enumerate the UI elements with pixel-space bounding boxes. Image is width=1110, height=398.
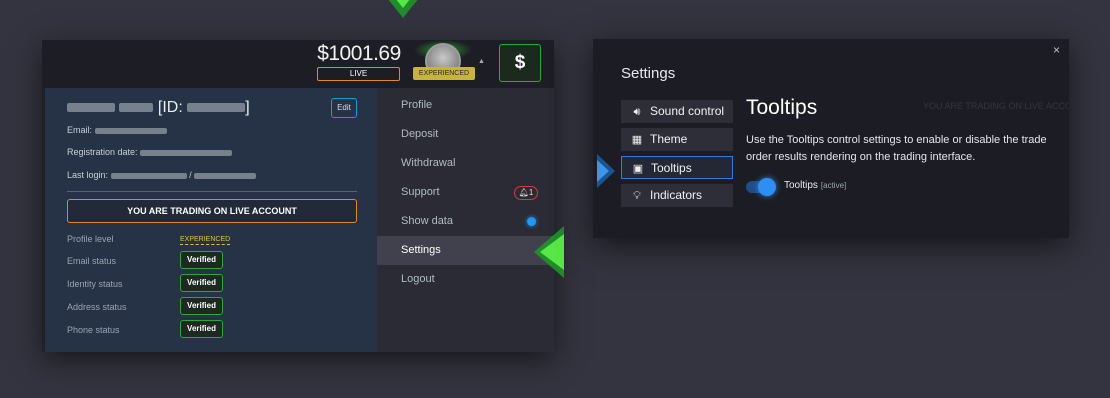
redacted-login-time bbox=[110, 172, 187, 179]
tab-sound-control-label: Sound control bbox=[650, 104, 725, 118]
tab-theme[interactable]: ▦ Theme bbox=[621, 128, 733, 151]
speaker-icon: 🔊︎ bbox=[633, 106, 641, 118]
last-login-row: Last login: / bbox=[67, 170, 257, 180]
status-label-phone: Phone status bbox=[67, 325, 120, 335]
menu-item-settings[interactable]: Settings bbox=[377, 236, 554, 265]
redacted-email bbox=[94, 127, 167, 134]
redacted-registration-date bbox=[140, 149, 233, 156]
tooltips-switch-label: Tooltips [active] bbox=[784, 180, 846, 191]
user-name-id: [ID: ] bbox=[67, 99, 250, 117]
tab-tooltips-label: Tooltips bbox=[651, 161, 692, 175]
support-notification-count: 1 bbox=[528, 188, 534, 197]
menu-item-deposit[interactable]: Deposit bbox=[377, 120, 554, 149]
phone-verified-badge: Verified bbox=[180, 320, 223, 338]
account-dropdown-panel: $1001.69 LIVE EXPERIENCED ▲ $ [ID: ] Edi… bbox=[42, 40, 554, 352]
status-label-address: Address status bbox=[67, 302, 127, 312]
caret-up-icon[interactable]: ▲ bbox=[478, 58, 485, 65]
redacted-id bbox=[187, 103, 246, 113]
account-balance: $1001.69 bbox=[317, 42, 401, 65]
profile-divider bbox=[67, 191, 357, 192]
edit-profile-button[interactable]: Edit bbox=[331, 98, 357, 118]
identity-verified-badge: Verified bbox=[180, 274, 223, 292]
tab-sound-control[interactable]: 🔊︎ Sound control bbox=[621, 100, 733, 123]
redacted-last-name bbox=[119, 103, 154, 113]
live-account-badge[interactable]: LIVE bbox=[317, 67, 400, 81]
comment-icon: ▣ bbox=[632, 163, 644, 175]
status-label-identity: Identity status bbox=[67, 279, 123, 289]
background-live-banner: YOU ARE TRADING ON LIVE ACCO bbox=[923, 101, 1069, 111]
tab-tooltips[interactable]: ▣ Tooltips bbox=[621, 156, 733, 179]
support-notification-badge: 🔔︎1 bbox=[514, 186, 538, 200]
tooltips-switch-knob[interactable] bbox=[758, 178, 776, 196]
registration-label: Registration date: bbox=[67, 147, 138, 157]
menu-item-support[interactable]: Support 🔔︎1 bbox=[377, 178, 554, 207]
tab-indicators[interactable]: 💡︎ Indicators bbox=[621, 184, 733, 207]
email-row: Email: bbox=[67, 125, 167, 135]
account-header-bar: $1001.69 LIVE EXPERIENCED ▲ $ bbox=[42, 40, 554, 88]
tooltips-heading: Tooltips bbox=[746, 96, 818, 119]
menu-item-logout[interactable]: Logout bbox=[377, 265, 554, 294]
tooltips-pointer-icon bbox=[597, 154, 615, 188]
live-account-banner: YOU ARE TRADING ON LIVE ACCOUNT bbox=[67, 199, 357, 223]
settings-pointer-icon bbox=[534, 226, 564, 278]
last-login-label: Last login: bbox=[67, 170, 109, 180]
email-label: Email: bbox=[67, 125, 93, 135]
close-icon[interactable]: × bbox=[1053, 43, 1060, 57]
status-label-email: Email status bbox=[67, 256, 117, 266]
bell-icon: 🔔︎ bbox=[518, 188, 529, 197]
tooltips-switch-text: Tooltips bbox=[784, 180, 818, 191]
menu-item-withdrawal[interactable]: Withdrawal bbox=[377, 149, 554, 178]
avatar-pointer-icon bbox=[388, 0, 418, 18]
registration-row: Registration date: bbox=[67, 147, 233, 157]
tab-indicators-label: Indicators bbox=[650, 188, 703, 202]
experience-level-badge: EXPERIENCED bbox=[413, 67, 475, 80]
redacted-first-name bbox=[67, 103, 115, 113]
id-label: [ID: bbox=[157, 99, 183, 116]
account-menu: Profile Deposit Withdrawal Support 🔔︎1 S… bbox=[377, 88, 554, 352]
tooltips-description: Use the Tooltips control settings to ena… bbox=[746, 134, 1047, 163]
lightbulb-icon: 💡︎ bbox=[633, 190, 641, 202]
status-label-profile-level: Profile level bbox=[67, 234, 114, 244]
last-login-separator: / bbox=[189, 170, 192, 180]
settings-title: Settings bbox=[621, 65, 676, 82]
email-verified-badge: Verified bbox=[180, 251, 223, 269]
settings-modal: YOU ARE TRADING ON LIVE ACCO × Settings … bbox=[593, 39, 1069, 238]
menu-item-support-label: Support bbox=[401, 186, 440, 198]
profile-level-value[interactable]: EXPERIENCED bbox=[180, 235, 231, 245]
menu-item-show-data[interactable]: Show data bbox=[377, 207, 554, 236]
deposit-button[interactable]: $ bbox=[499, 44, 541, 82]
id-close: ] bbox=[245, 99, 250, 116]
redacted-login-ip bbox=[194, 172, 257, 179]
profile-card: [ID: ] Edit Email: Registration date: La… bbox=[45, 88, 377, 352]
address-verified-badge: Verified bbox=[180, 297, 223, 315]
menu-item-profile[interactable]: Profile bbox=[377, 91, 554, 120]
grid-icon: ▦ bbox=[631, 134, 643, 146]
menu-item-show-data-label: Show data bbox=[401, 215, 453, 227]
show-data-toggle[interactable] bbox=[527, 217, 536, 226]
tab-theme-label: Theme bbox=[650, 132, 688, 146]
tooltips-switch-state: [active] bbox=[820, 181, 847, 190]
